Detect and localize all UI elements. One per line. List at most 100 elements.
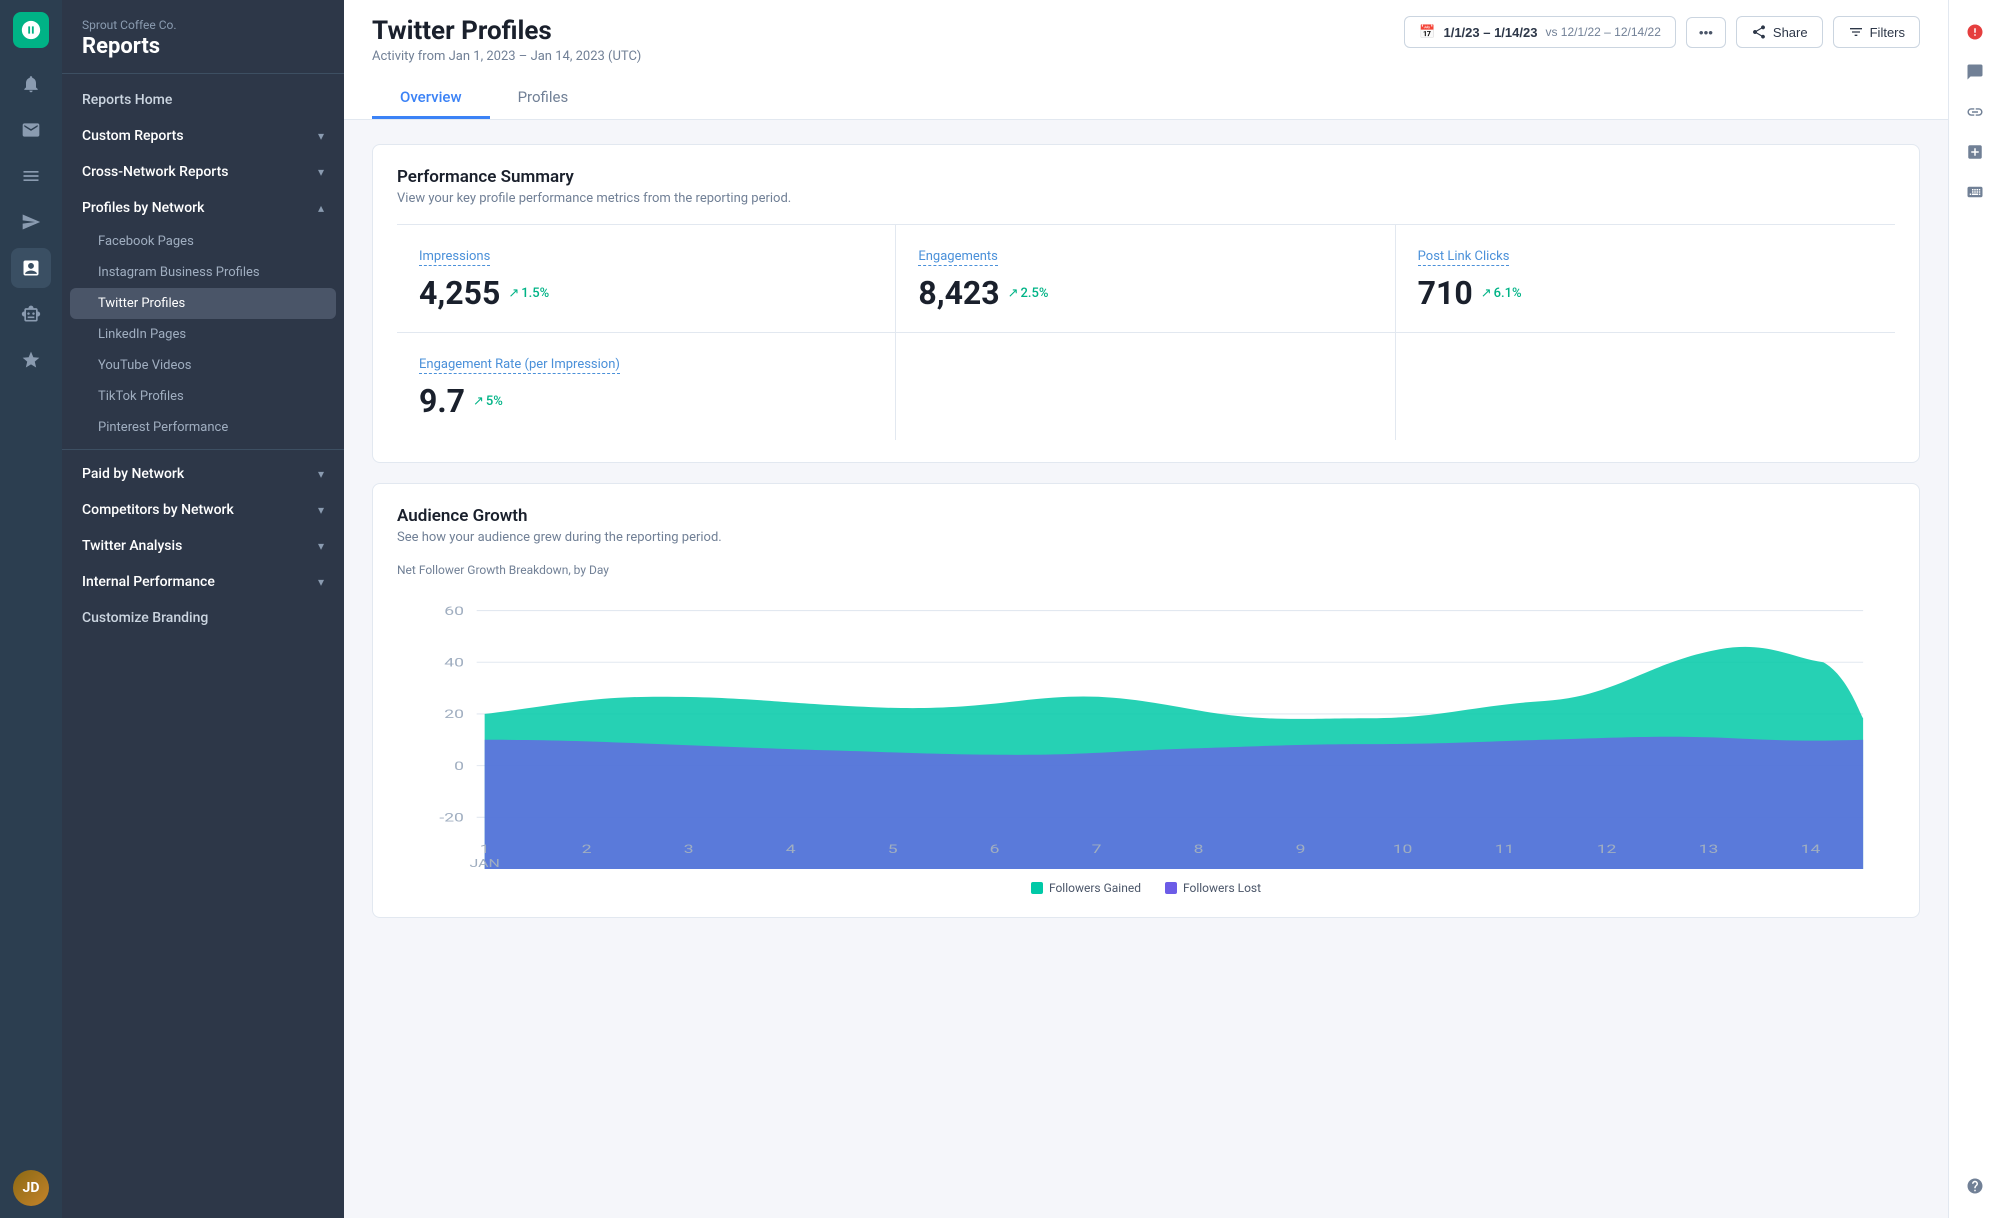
sidebar-item-custom-reports[interactable]: Custom Reports ▾ — [62, 118, 344, 154]
sidebar-item-cross-network[interactable]: Cross-Network Reports ▾ — [62, 154, 344, 190]
performance-summary-subtitle: View your key profile performance metric… — [397, 191, 1895, 206]
svg-text:11: 11 — [1495, 842, 1515, 856]
svg-text:12: 12 — [1597, 842, 1617, 856]
metric-empty-2 — [1396, 333, 1895, 440]
user-avatar[interactable]: JD — [13, 1170, 49, 1206]
calendar-icon: 📅 — [1419, 24, 1435, 40]
svg-text:60: 60 — [444, 604, 464, 618]
page-title: Twitter Profiles — [372, 16, 641, 46]
sidebar-subitem-tiktok-profiles[interactable]: TikTok Profiles — [62, 381, 344, 412]
twitter-analysis-label: Twitter Analysis — [82, 538, 182, 554]
date-range-text: 1/1/23 – 1/14/23 — [1443, 25, 1537, 40]
performance-summary-title: Performance Summary — [397, 167, 1895, 187]
share-icon — [1751, 24, 1767, 40]
filters-label: Filters — [1870, 25, 1905, 40]
nav-icon-inbox[interactable] — [11, 110, 51, 150]
sidebar-item-internal-performance[interactable]: Internal Performance ▾ — [62, 564, 344, 600]
svg-text:14: 14 — [1801, 842, 1821, 856]
chevron-down-icon: ▾ — [318, 503, 324, 517]
impressions-value: 4,255 ↗ 1.5% — [419, 274, 873, 312]
page-heading: Twitter Profiles Activity from Jan 1, 20… — [372, 16, 641, 64]
nav-icon-reports[interactable] — [11, 248, 51, 288]
sidebar-subitem-pinterest-performance[interactable]: Pinterest Performance — [62, 412, 344, 443]
content-area: Performance Summary View your key profil… — [344, 120, 1948, 1218]
svg-text:4: 4 — [786, 842, 797, 856]
chevron-up-icon: ▴ — [318, 201, 324, 215]
metrics-grid: Impressions 4,255 ↗ 1.5% Engagements 8,4… — [397, 224, 1895, 332]
paid-by-network-label: Paid by Network — [82, 466, 184, 482]
chevron-down-icon: ▾ — [318, 539, 324, 553]
svg-text:20: 20 — [444, 707, 464, 721]
tab-overview[interactable]: Overview — [372, 78, 490, 119]
impressions-label[interactable]: Impressions — [419, 249, 490, 266]
svg-text:5: 5 — [888, 842, 898, 856]
sidebar-subitem-youtube-videos[interactable]: YouTube Videos — [62, 350, 344, 381]
sidebar-item-paid-by-network[interactable]: Paid by Network ▾ — [62, 456, 344, 492]
cross-network-label: Cross-Network Reports — [82, 164, 228, 180]
arrow-up-icon: ↗ — [508, 286, 519, 301]
share-button[interactable]: Share — [1736, 16, 1823, 48]
chevron-down-icon: ▾ — [318, 165, 324, 179]
audience-growth-title: Audience Growth — [397, 506, 1895, 526]
svg-text:7: 7 — [1092, 842, 1102, 856]
arrow-up-icon: ↗ — [1481, 286, 1492, 301]
more-options-button[interactable]: ••• — [1686, 17, 1726, 48]
engagements-value: 8,423 ↗ 2.5% — [918, 274, 1372, 312]
svg-text:1: 1 — [480, 842, 490, 856]
sidebar-subitem-linkedin-pages[interactable]: LinkedIn Pages — [62, 319, 344, 350]
legend-followers-lost: Followers Lost — [1165, 881, 1261, 895]
competitors-label: Competitors by Network — [82, 502, 234, 518]
nav-icon-bell[interactable] — [11, 64, 51, 104]
profiles-by-network-label: Profiles by Network — [82, 200, 204, 216]
post-link-clicks-label[interactable]: Post Link Clicks — [1418, 249, 1510, 266]
nav-icon-bot[interactable] — [11, 294, 51, 334]
filters-button[interactable]: Filters — [1833, 16, 1920, 48]
engagements-label[interactable]: Engagements — [918, 249, 998, 266]
right-help-icon[interactable] — [1957, 1168, 1993, 1204]
sidebar-item-twitter-analysis[interactable]: Twitter Analysis ▾ — [62, 528, 344, 564]
header-top: Twitter Profiles Activity from Jan 1, 20… — [372, 16, 1920, 64]
alert-icon[interactable] — [1957, 14, 1993, 50]
engagement-rate-change: ↗ 5% — [473, 394, 503, 409]
svg-text:3: 3 — [684, 842, 694, 856]
right-panel — [1948, 0, 2000, 1218]
sidebar-subitem-facebook-pages[interactable]: Facebook Pages — [62, 226, 344, 257]
reports-home-label: Reports Home — [82, 92, 172, 108]
sidebar-item-reports-home[interactable]: Reports Home — [62, 82, 344, 118]
svg-text:10: 10 — [1393, 842, 1413, 856]
svg-text:-20: -20 — [439, 811, 464, 825]
svg-text:13: 13 — [1699, 842, 1719, 856]
date-range-button[interactable]: 📅 1/1/23 – 1/14/23 vs 12/1/22 – 12/14/22 — [1404, 16, 1676, 48]
right-add-icon[interactable] — [1957, 134, 1993, 170]
custom-reports-label: Custom Reports — [82, 128, 184, 144]
engagement-rate-value: 9.7 ↗ 5% — [419, 382, 873, 420]
chart-label: Net Follower Growth Breakdown, by Day — [397, 563, 1895, 577]
nav-icon-star[interactable] — [11, 340, 51, 380]
metric-empty-1 — [896, 333, 1395, 440]
sidebar-item-competitors[interactable]: Competitors by Network ▾ — [62, 492, 344, 528]
sidebar-subitem-instagram-business[interactable]: Instagram Business Profiles — [62, 257, 344, 288]
svg-text:8: 8 — [1194, 842, 1204, 856]
chevron-down-icon: ▾ — [318, 129, 324, 143]
right-chat-icon[interactable] — [1957, 54, 1993, 90]
svg-text:6: 6 — [990, 842, 1000, 856]
tab-profiles[interactable]: Profiles — [490, 78, 597, 119]
sidebar-item-customize-branding[interactable]: Customize Branding — [62, 600, 344, 636]
sidebar-nav: Reports Home Custom Reports ▾ Cross-Netw… — [62, 74, 344, 644]
sidebar-subitem-twitter-profiles[interactable]: Twitter Profiles — [70, 288, 336, 319]
chart-svg: 60 40 20 0 -20 1 2 3 4 5 6 7 — [397, 589, 1895, 869]
metric-engagement-rate: Engagement Rate (per Impression) 9.7 ↗ 5… — [397, 333, 896, 440]
internal-performance-label: Internal Performance — [82, 574, 215, 590]
chart-legend: Followers Gained Followers Lost — [397, 881, 1895, 895]
nav-icon-publish[interactable] — [11, 202, 51, 242]
svg-text:0: 0 — [454, 759, 464, 773]
right-keyboard-icon[interactable] — [1957, 174, 1993, 210]
main-content: Twitter Profiles Activity from Jan 1, 20… — [344, 0, 1948, 1218]
legend-label-gained: Followers Gained — [1049, 881, 1141, 895]
nav-icon-tasks[interactable] — [11, 156, 51, 196]
engagement-rate-label[interactable]: Engagement Rate (per Impression) — [419, 357, 620, 374]
arrow-up-icon: ↗ — [473, 394, 484, 409]
sidebar-item-profiles-by-network[interactable]: Profiles by Network ▴ — [62, 190, 344, 226]
right-link-icon[interactable] — [1957, 94, 1993, 130]
svg-text:JAN: JAN — [469, 857, 499, 869]
